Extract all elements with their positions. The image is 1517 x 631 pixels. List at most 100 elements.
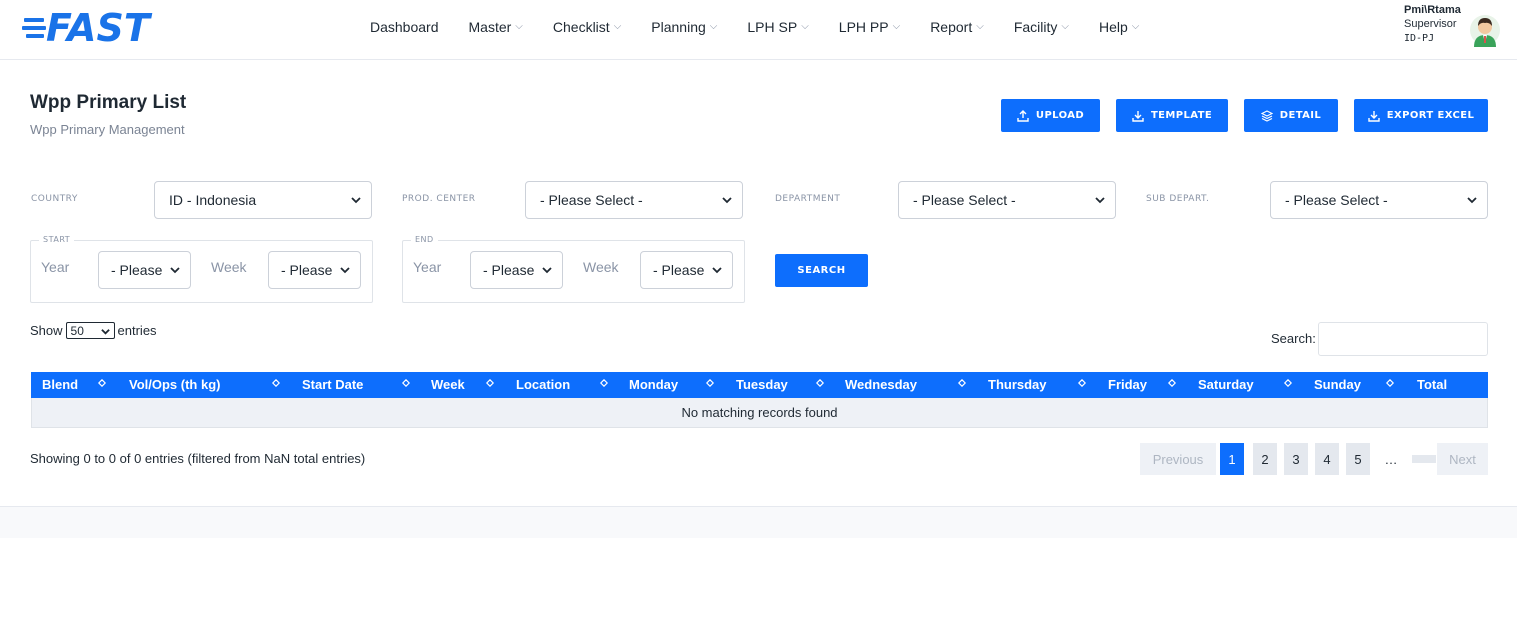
template-button[interactable]: TEMPLATE bbox=[1116, 99, 1228, 132]
sort-icon[interactable] bbox=[958, 379, 966, 387]
end-week-value: - Please bbox=[653, 262, 705, 278]
page-length-select[interactable]: 50 bbox=[65, 322, 115, 339]
upload-button[interactable]: UPLOAD bbox=[1001, 99, 1100, 132]
department-value: - Please Select - bbox=[913, 192, 1016, 208]
prod-center-value: - Please Select - bbox=[540, 192, 643, 208]
chevron-down-icon bbox=[170, 267, 180, 274]
chevron-down-icon bbox=[351, 197, 361, 204]
search-button[interactable]: SEARCH bbox=[775, 254, 868, 287]
sort-icon[interactable] bbox=[1078, 379, 1086, 387]
download-icon bbox=[1132, 110, 1144, 122]
col-vol-ops[interactable]: Vol/Ops (th kg) bbox=[129, 377, 220, 392]
pagination-page[interactable]: 2 bbox=[1253, 443, 1277, 475]
export-excel-button[interactable]: EXPORT EXCEL bbox=[1354, 99, 1488, 132]
country-label: COUNTRY bbox=[31, 194, 78, 204]
nav-report[interactable]: Report ⌵ bbox=[930, 19, 984, 35]
upload-label: UPLOAD bbox=[1035, 110, 1085, 121]
user-site-id: ID-PJ bbox=[1404, 33, 1435, 44]
chevron-down-icon: ⌵ bbox=[709, 21, 718, 32]
sort-icon[interactable] bbox=[98, 379, 106, 387]
nav-master[interactable]: Master ⌵ bbox=[469, 19, 523, 35]
col-tuesday[interactable]: Tuesday bbox=[736, 377, 788, 392]
chevron-down-icon bbox=[722, 197, 732, 204]
show-label: Show bbox=[30, 323, 63, 338]
sub-depart-value: - Please Select - bbox=[1285, 192, 1388, 208]
wpp-primary-table: Blend Vol/Ops (th kg) Start Date Week Lo… bbox=[31, 372, 1488, 428]
col-saturday[interactable]: Saturday bbox=[1198, 377, 1254, 392]
col-total[interactable]: Total bbox=[1417, 377, 1447, 392]
nav-help[interactable]: Help ⌵ bbox=[1099, 19, 1139, 35]
pagination-page-blank[interactable] bbox=[1412, 455, 1436, 463]
col-start-date[interactable]: Start Date bbox=[302, 377, 363, 392]
pagination-page[interactable]: 5 bbox=[1346, 443, 1370, 475]
nav-label: Help bbox=[1098, 19, 1128, 35]
start-week-label: Week bbox=[211, 259, 247, 275]
nav-label: Dashboard bbox=[370, 19, 439, 35]
start-year-select[interactable]: - Please bbox=[98, 251, 191, 289]
chevron-down-icon: ⌵ bbox=[515, 21, 523, 32]
sort-icon[interactable] bbox=[816, 379, 824, 387]
table-info: Showing 0 to 0 of 0 entries (filtered fr… bbox=[30, 451, 366, 466]
logo-speed-lines-icon bbox=[22, 11, 52, 45]
nav-lph-sp[interactable]: LPH SP ⌵ bbox=[747, 19, 808, 35]
prod-center-select[interactable]: - Please Select - bbox=[525, 181, 743, 219]
col-wednesday[interactable]: Wednesday bbox=[845, 377, 917, 392]
pagination-page[interactable]: 3 bbox=[1284, 443, 1308, 475]
chevron-down-icon: ⌵ bbox=[613, 21, 622, 32]
country-value: ID - Indonesia bbox=[169, 192, 257, 208]
nav-checklist[interactable]: Checklist ⌵ bbox=[553, 19, 621, 35]
nav-facility[interactable]: Facility ⌵ bbox=[1014, 19, 1069, 35]
sub-depart-select[interactable]: - Please Select - bbox=[1270, 181, 1488, 219]
col-thursday[interactable]: Thursday bbox=[988, 377, 1047, 392]
end-week-select[interactable]: - Please bbox=[640, 251, 733, 289]
nav-label: Report bbox=[930, 19, 973, 35]
end-legend: END bbox=[411, 235, 438, 244]
pagination-page[interactable]: 4 bbox=[1315, 443, 1339, 475]
chevron-down-icon bbox=[100, 329, 110, 335]
chevron-down-icon bbox=[542, 267, 552, 274]
col-week[interactable]: Week bbox=[431, 377, 465, 392]
upload-icon bbox=[1017, 109, 1029, 122]
sort-icon[interactable] bbox=[402, 379, 410, 387]
start-week-value: - Please bbox=[281, 262, 333, 278]
sort-icon[interactable] bbox=[486, 379, 494, 387]
nav-dashboard[interactable]: Dashboard bbox=[370, 19, 439, 35]
pagination-next[interactable]: Next bbox=[1437, 443, 1488, 475]
start-period-group: START Year - Please Week - Please bbox=[30, 235, 373, 303]
pagination-page[interactable]: 1 bbox=[1220, 443, 1244, 475]
col-location[interactable]: Location bbox=[516, 377, 570, 392]
nav-label: Master bbox=[468, 19, 512, 35]
col-monday[interactable]: Monday bbox=[629, 377, 678, 392]
start-week-select[interactable]: - Please bbox=[268, 251, 361, 289]
nav-label: Planning bbox=[651, 19, 706, 35]
footer-band bbox=[0, 506, 1517, 538]
search-input[interactable] bbox=[1318, 322, 1488, 356]
sort-icon[interactable] bbox=[1284, 379, 1292, 387]
chevron-down-icon: ⌵ bbox=[1061, 21, 1069, 32]
end-year-value: - Please bbox=[483, 262, 535, 278]
sort-icon[interactable] bbox=[272, 379, 280, 387]
col-sunday[interactable]: Sunday bbox=[1314, 377, 1361, 392]
col-blend[interactable]: Blend bbox=[42, 377, 78, 392]
col-friday[interactable]: Friday bbox=[1108, 377, 1147, 392]
export-excel-label: EXPORT EXCEL bbox=[1386, 110, 1475, 121]
page-title: Wpp Primary List bbox=[30, 92, 187, 113]
start-year-value: - Please bbox=[111, 262, 163, 278]
nav-lph-pp[interactable]: LPH PP ⌵ bbox=[839, 19, 900, 35]
nav-label: LPH SP bbox=[747, 19, 798, 35]
sort-icon[interactable] bbox=[1168, 379, 1176, 387]
nav-label: LPH PP bbox=[838, 19, 889, 35]
detail-button[interactable]: DETAIL bbox=[1244, 99, 1338, 132]
user-info[interactable]: Pmi\Rtama Supervisor ID-PJ bbox=[1404, 4, 1474, 46]
sort-icon[interactable] bbox=[706, 379, 714, 387]
country-select[interactable]: ID - Indonesia bbox=[154, 181, 372, 219]
fast-logo[interactable]: FAST bbox=[22, 8, 150, 48]
nav-planning[interactable]: Planning ⌵ bbox=[651, 19, 717, 35]
avatar[interactable] bbox=[1470, 13, 1500, 47]
pagination-previous[interactable]: Previous bbox=[1140, 443, 1216, 475]
department-select[interactable]: - Please Select - bbox=[898, 181, 1116, 219]
end-year-select[interactable]: - Please bbox=[470, 251, 563, 289]
sort-icon[interactable] bbox=[1386, 379, 1394, 387]
sort-icon[interactable] bbox=[600, 379, 608, 387]
end-week-label: Week bbox=[583, 259, 619, 275]
